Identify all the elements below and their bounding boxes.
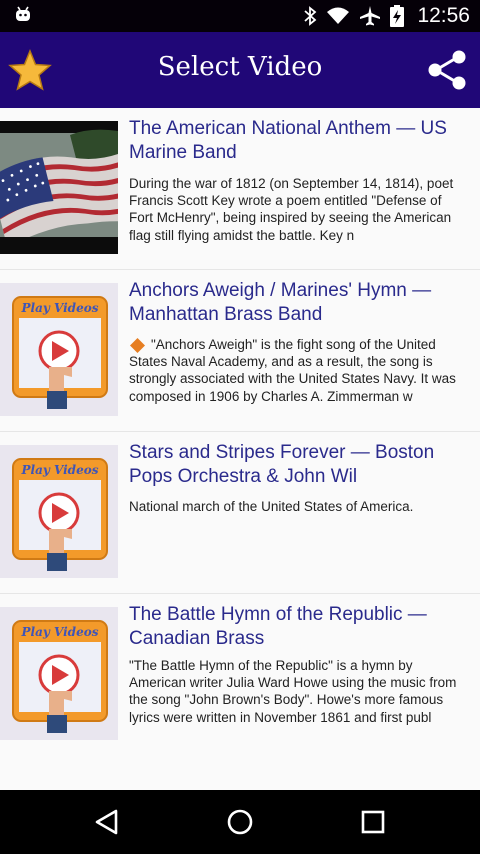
back-triangle-icon (95, 809, 118, 835)
video-list-item[interactable]: Play Videos Anchors Aweigh / Marines' Hy… (0, 270, 480, 432)
recents-button[interactable] (353, 802, 393, 842)
app-bar: Select Video (0, 32, 480, 108)
video-description: "Anchors Aweigh" is the fight song of th… (129, 337, 460, 404)
share-button[interactable] (426, 49, 468, 91)
video-title: Anchors Aweigh / Marines' Hymn — Manhatt… (129, 280, 432, 325)
play-videos-thumbnail: Play Videos (0, 445, 118, 578)
video-description: During the war of 1812 (on September 14,… (129, 176, 457, 243)
video-thumbnail: Play Videos (0, 445, 118, 578)
video-list: The American National Anthem — US Marine… (0, 108, 480, 790)
video-title: The American National Anthem — US Marine… (129, 118, 447, 163)
play-videos-label: Play Videos (21, 301, 99, 315)
star-icon (8, 49, 52, 91)
battery-charging-icon (390, 5, 405, 27)
favorites-button[interactable] (8, 49, 52, 91)
recents-square-icon (361, 810, 385, 834)
wifi-icon (327, 7, 350, 24)
american-flag-image (0, 121, 118, 254)
page-title: Select Video (157, 52, 323, 82)
play-videos-thumbnail: Play Videos (0, 283, 118, 416)
share-icon (428, 50, 466, 90)
android-notification-icon (16, 6, 30, 21)
bluetooth-icon (304, 6, 317, 26)
video-thumbnail: Play Videos (0, 283, 118, 416)
video-thumbnail: Play Videos (0, 607, 118, 740)
status-bar: 12:56 (0, 0, 480, 32)
video-title: The Battle Hymn of the Republic — Canadi… (129, 604, 427, 649)
airplane-icon (360, 6, 381, 26)
video-title: Stars and Stripes Forever — Boston Pops … (129, 442, 435, 487)
navigation-bar (0, 790, 480, 854)
video-list-item[interactable]: The American National Anthem — US Marine… (0, 108, 480, 270)
video-description: National march of the United States of A… (129, 499, 414, 514)
diamond-bullet-icon (130, 338, 145, 353)
clock: 12:56 (417, 4, 470, 27)
play-videos-label: Play Videos (21, 625, 99, 639)
video-list-item[interactable]: Play Videos The Battle Hymn of the Repub… (0, 594, 480, 790)
home-button[interactable] (220, 802, 260, 842)
video-description: "The Battle Hymn of the Republic" is a h… (129, 658, 461, 725)
back-button[interactable] (87, 802, 127, 842)
video-thumbnail (0, 121, 118, 254)
play-videos-label: Play Videos (21, 463, 99, 477)
play-videos-thumbnail: Play Videos (0, 607, 118, 740)
home-circle-icon (227, 809, 253, 835)
video-list-item[interactable]: Play Videos Stars and Stripes Forever — … (0, 432, 480, 594)
